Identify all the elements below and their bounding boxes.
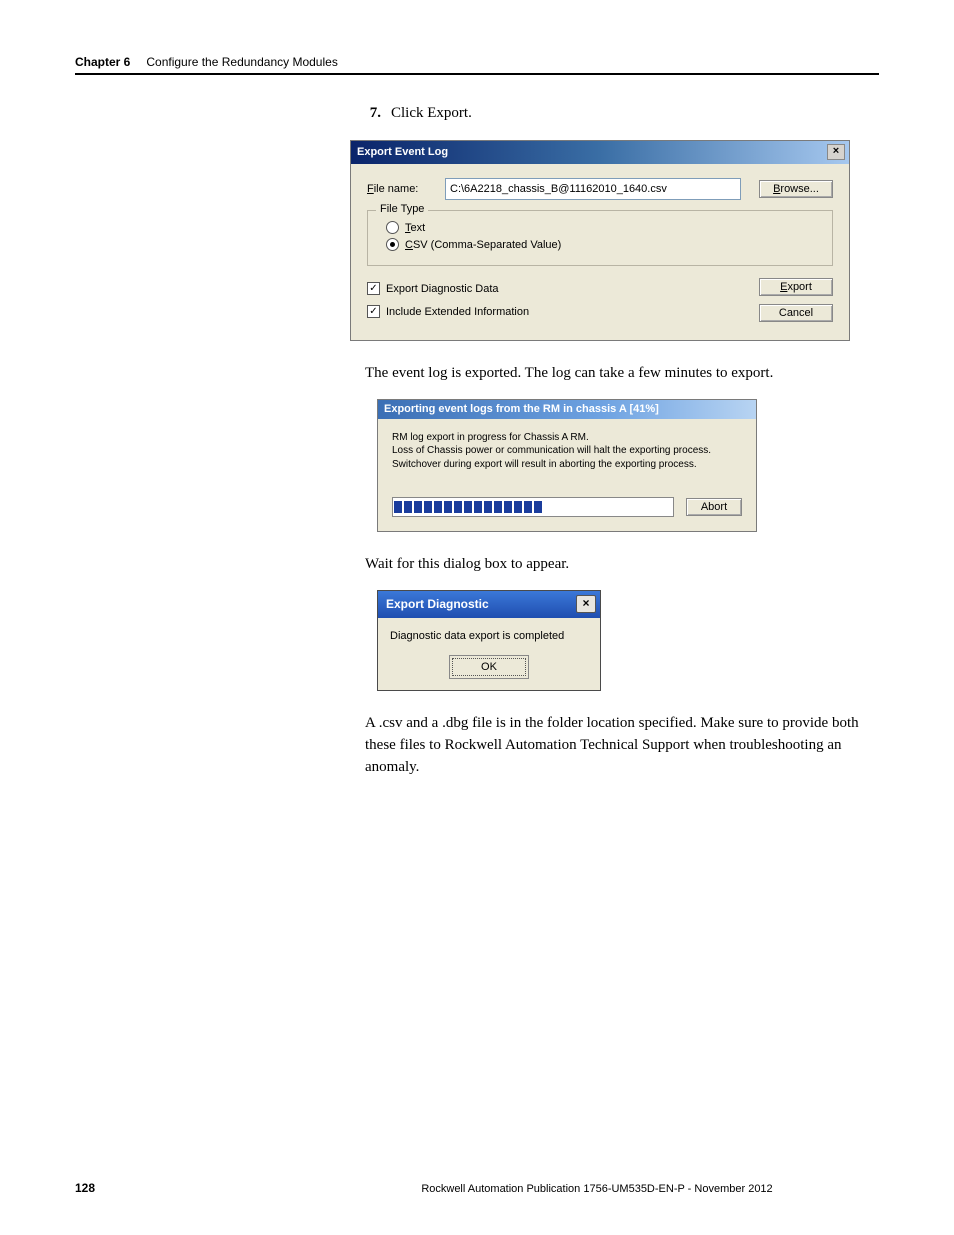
complete-msg: Diagnostic data export is completed: [388, 630, 590, 642]
radio-text-label: Text: [405, 222, 425, 234]
radio-csv[interactable]: [386, 238, 399, 251]
progress-msg-line1: RM log export in progress for Chassis A …: [392, 431, 742, 445]
fieldset-legend: File Type: [376, 203, 428, 215]
chapter-label: Chapter 6: [75, 55, 130, 69]
progress-msg-line3: Switchover during export will result in …: [392, 458, 742, 472]
progress-title: Exporting event logs from the RM in chas…: [384, 403, 659, 415]
paragraph-wait: Wait for this dialog box to appear.: [365, 554, 879, 576]
dialog-title: Export Event Log: [357, 146, 448, 158]
complete-title: Export Diagnostic: [386, 597, 489, 611]
checkbox-include-ext[interactable]: ✓: [367, 305, 380, 318]
file-name-input[interactable]: [445, 178, 741, 200]
header-rule: [75, 73, 879, 75]
close-icon[interactable]: ×: [576, 595, 596, 613]
radio-csv-label: CSV (Comma-Separated Value): [405, 239, 561, 251]
chapter-title: Configure the Redundancy Modules: [146, 55, 337, 69]
file-name-label: File name:: [367, 183, 427, 195]
checkbox-export-diag[interactable]: ✓: [367, 282, 380, 295]
abort-button[interactable]: Abort: [686, 498, 742, 516]
publication-info: Rockwell Automation Publication 1756-UM5…: [315, 1183, 879, 1195]
paragraph-exported: The event log is exported. The log can t…: [365, 363, 879, 385]
checkbox-include-ext-label: Include Extended Information: [386, 306, 529, 318]
export-event-log-dialog: Export Event Log × File name: Browse... …: [350, 140, 850, 341]
close-icon[interactable]: ×: [827, 144, 845, 160]
radio-text[interactable]: [386, 221, 399, 234]
progress-bar: [392, 497, 674, 517]
page-number: 128: [75, 1181, 315, 1195]
browse-button[interactable]: Browse...: [759, 180, 833, 198]
ok-button[interactable]: OK: [452, 658, 526, 676]
exporting-progress-dialog: Exporting event logs from the RM in chas…: [377, 399, 757, 533]
step-text: Click Export.: [391, 105, 472, 122]
cancel-button[interactable]: Cancel: [759, 304, 833, 322]
paragraph-files-note: A .csv and a .dbg file is in the folder …: [365, 713, 879, 778]
checkbox-export-diag-label: Export Diagnostic Data: [386, 283, 499, 295]
export-button[interactable]: Export: [759, 278, 833, 296]
progress-msg-line2: Loss of Chassis power or communication w…: [392, 444, 742, 458]
export-diagnostic-dialog: Export Diagnostic × Diagnostic data expo…: [377, 590, 601, 691]
file-type-fieldset: File Type Text CSV (Comma-Separated Valu…: [367, 210, 833, 266]
step-number: 7.: [365, 105, 381, 122]
